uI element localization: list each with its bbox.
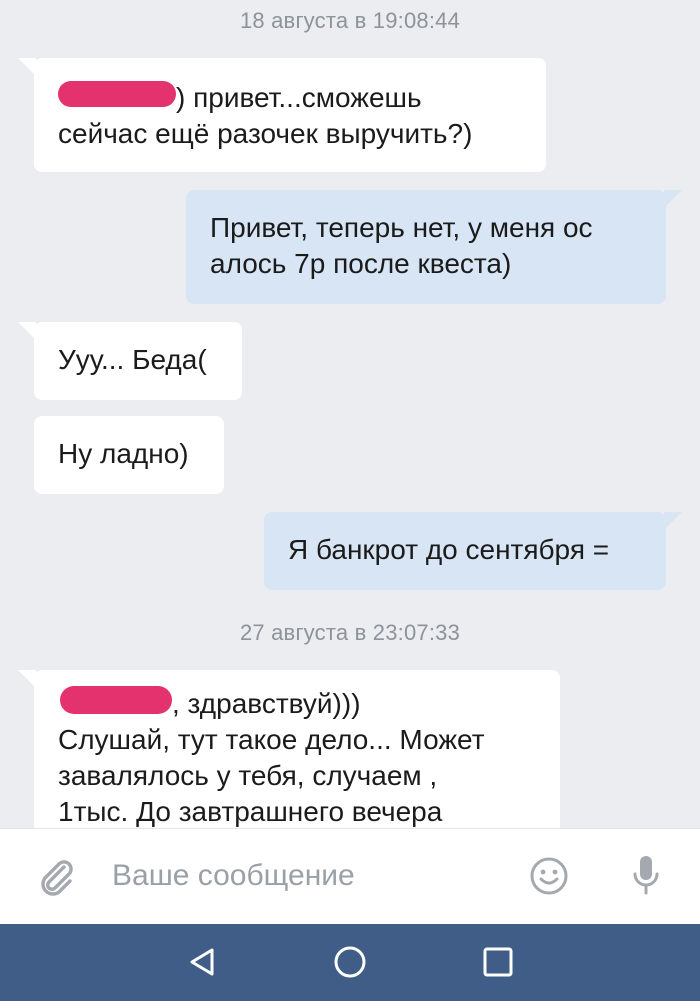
- outgoing-message[interactable]: Я банкрот до сентября =: [264, 512, 682, 590]
- date-separator: 27 августа в 23:07:33: [239, 620, 461, 645]
- recents-square-icon[interactable]: [480, 944, 516, 985]
- system-navigation-bar: [0, 924, 700, 1001]
- incoming-message[interactable]: ) привет...сможешь сейчас ещё разочек вы…: [18, 58, 546, 172]
- message-line: , здравствуй))): [58, 685, 536, 722]
- redacted-name: [58, 80, 176, 107]
- date-separator: 18 августа в 19:08:44: [239, 8, 461, 33]
- message-text: Ууу... Беда(: [58, 344, 207, 375]
- message-text: Я банкрот до сентября =: [288, 534, 610, 565]
- home-circle-icon[interactable]: [332, 944, 368, 985]
- message-composer: Ваше сообщение: [0, 828, 700, 925]
- message-line: ) привет...сможешь: [58, 80, 522, 116]
- message-input[interactable]: Ваше сообщение: [112, 859, 355, 893]
- back-triangle-icon[interactable]: [184, 944, 220, 985]
- incoming-message[interactable]: , здравствуй))) Слушай, тут такое дело..…: [18, 670, 560, 828]
- message-line: Привет, теперь нет, у меня ос: [210, 212, 593, 243]
- message-text: Ну ладно): [58, 438, 189, 469]
- microphone-icon[interactable]: [630, 853, 662, 902]
- smile-icon[interactable]: [528, 855, 570, 902]
- message-line: сейчас ещё разочек выручить?): [58, 118, 473, 149]
- message-line: алось 7р после квеста): [210, 248, 512, 279]
- redacted-name: [60, 685, 172, 714]
- paperclip-icon[interactable]: [36, 857, 76, 902]
- chat-history[interactable]: 18 августа в 19:08:44 ) привет...сможешь…: [0, 0, 700, 828]
- outgoing-message[interactable]: Привет, теперь нет, у меня ос алось 7р п…: [186, 190, 682, 304]
- message-line: завалялось у тебя, случаем ,: [58, 760, 438, 791]
- message-line: 1тыс. До завтрашнего вечера: [58, 796, 443, 827]
- incoming-message[interactable]: Ууу... Беда(: [18, 322, 242, 400]
- incoming-message[interactable]: Ну ладно): [34, 416, 224, 494]
- message-line: Слушай, тут такое дело... Может: [58, 724, 485, 755]
